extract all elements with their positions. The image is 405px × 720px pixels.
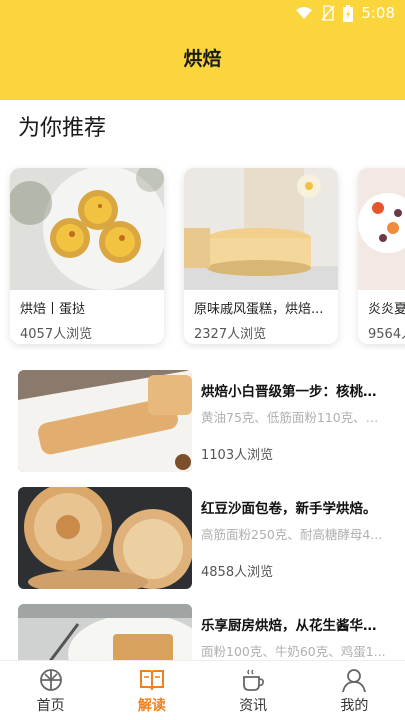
profile-icon — [342, 669, 367, 693]
chiffon-cake-photo — [184, 168, 338, 290]
list-item-title: 乐享厨房烘焙，从花生酱华夫... — [201, 618, 389, 634]
nav-news[interactable]: 资讯 — [203, 661, 304, 720]
status-bar: 5:08 — [0, 0, 405, 28]
nav-read[interactable]: 解读 — [101, 661, 202, 720]
card-title: 原味戚风蛋糕，烘焙... — [194, 302, 324, 317]
header-bar: 5:08 烘焙 — [0, 0, 405, 100]
recommend-carousel[interactable]: 烘焙丨蛋挞 4057人浏览 原味戚风蛋糕，烘焙... 2327人浏览 炎炎夏 9… — [0, 160, 405, 350]
coffee-icon — [243, 669, 265, 691]
card-title: 炎炎夏 — [368, 302, 405, 317]
nav-label: 首页 — [36, 698, 65, 714]
wifi-icon — [296, 7, 313, 19]
nav-home[interactable]: 首页 — [0, 661, 101, 720]
list-item-views: 1103人浏览 — [201, 448, 274, 463]
list-item-title: 红豆沙面包卷，新手学烘焙。 — [201, 501, 377, 517]
card-title: 烘焙丨蛋挞 — [20, 302, 86, 317]
red-bean-bread-photo — [18, 487, 192, 589]
summer-dessert-photo — [358, 168, 405, 290]
card-views: 2327人浏览 — [194, 327, 267, 342]
nav-label: 资讯 — [239, 698, 268, 714]
status-icons: 5:08 — [295, 4, 395, 22]
nav-label: 解读 — [137, 698, 166, 714]
list-item-subtitle: 面粉100克、牛奶60克、鸡蛋1... — [201, 644, 386, 659]
bottom-navigation: 首页 解读 资讯 我的 — [0, 660, 405, 720]
nav-label: 我的 — [340, 698, 369, 714]
list-item-views: 4858人浏览 — [201, 565, 274, 580]
egg-tart-photo — [10, 168, 164, 290]
walnut-biscotti-photo — [18, 370, 192, 472]
recommend-card[interactable]: 炎炎夏 9564人 — [358, 168, 405, 344]
list-item[interactable]: 烘焙小白晋级第一步：核桃黄... 黄油75克、低筋面粉110克、核... 110… — [18, 370, 390, 472]
list-item-title: 烘焙小白晋级第一步：核桃黄... — [201, 384, 389, 400]
card-views: 4057人浏览 — [20, 327, 93, 342]
book-icon — [139, 670, 164, 691]
nav-profile[interactable]: 我的 — [304, 661, 405, 720]
list-item-subtitle: 黄油75克、低筋面粉110克、核... — [201, 410, 389, 425]
status-time: 5:08 — [361, 4, 395, 22]
section-title: 为你推荐 — [18, 116, 107, 141]
app-screen: 5:08 烘焙 为你推荐 烘焙丨蛋挞 4057人浏览 原味戚风蛋糕，烘焙... … — [0, 0, 405, 720]
battery-icon — [343, 4, 354, 22]
recommend-card[interactable]: 烘焙丨蛋挞 4057人浏览 — [10, 168, 164, 344]
recommend-card[interactable]: 原味戚风蛋糕，烘焙... 2327人浏览 — [184, 168, 338, 344]
list-item[interactable]: 红豆沙面包卷，新手学烘焙。 高筋面粉250克、耐高糖酵母4... 4858人浏览 — [18, 487, 390, 589]
no-sim-icon — [321, 5, 335, 21]
page-title: 烘焙 — [183, 48, 222, 70]
card-views: 9564人 — [368, 327, 405, 342]
list-item-subtitle: 高筋面粉250克、耐高糖酵母4... — [201, 527, 383, 542]
home-icon — [39, 669, 62, 691]
